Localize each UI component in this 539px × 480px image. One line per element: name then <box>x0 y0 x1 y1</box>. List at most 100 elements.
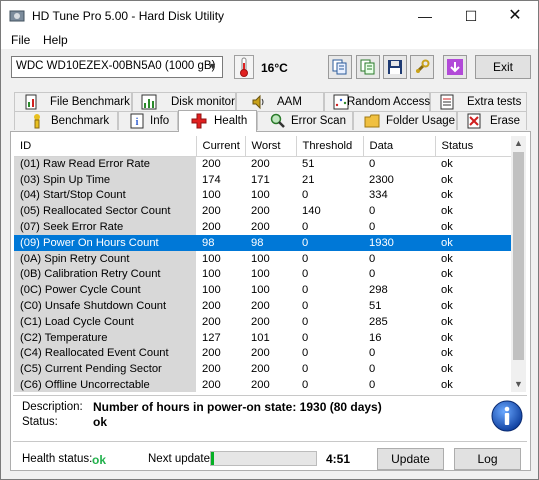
tab-extra-tests[interactable]: Extra tests <box>430 92 527 111</box>
cell-status: ok <box>441 300 453 313</box>
cell-threshold: 51 <box>302 158 315 171</box>
tab-random-access[interactable]: Random Access <box>324 92 430 111</box>
hdtune-app-icon <box>9 10 25 22</box>
app-window: HD Tune Pro 5.00 - Hard Disk Utility — ☐… <box>0 0 539 480</box>
column-header-status[interactable]: Status <box>435 136 511 157</box>
cell-id: (0A) Spin Retry Count <box>14 250 196 267</box>
health-status-label: Health status: <box>22 453 93 465</box>
scroll-down-icon[interactable]: ▼ <box>511 377 526 392</box>
description-value: Number of hours in power-on state: 1930 … <box>93 400 382 414</box>
tab-error-scan[interactable]: Error Scan <box>257 111 353 130</box>
cell-current: 200 <box>202 300 221 313</box>
column-header-worst[interactable]: Worst <box>245 136 297 157</box>
tab-erase-label: Erase <box>490 115 521 127</box>
table-row[interactable]: (03) Spin Up Time 174 171 21 2300 ok <box>14 171 511 188</box>
cell-id: (0C) Power Cycle Count <box>14 282 196 299</box>
cell-data: 16 <box>369 331 382 344</box>
cell-threshold: 0 <box>302 331 309 344</box>
scroll-up-icon[interactable]: ▲ <box>511 136 526 151</box>
column-header-data[interactable]: Data <box>363 136 436 157</box>
cell-id: (C5) Current Pending Sector <box>14 361 196 378</box>
minimize-button[interactable]: — <box>402 1 448 31</box>
smart-table[interactable]: ID Current Worst Threshold Data Status (… <box>14 136 511 392</box>
maximize-button[interactable]: ☐ <box>448 1 494 31</box>
table-row[interactable]: (C1) Load Cycle Count 200 200 0 285 ok <box>14 313 511 330</box>
table-row[interactable]: (05) Reallocated Sector Count 200 200 140 0 o… <box>14 203 511 220</box>
tab-aam[interactable]: AAM <box>236 92 324 111</box>
table-row[interactable]: (04) Start/Stop Count 100 100 0 334 ok <box>14 187 511 204</box>
tab-disk-monitor[interactable]: Disk monitor <box>132 92 236 111</box>
cell-data: 51 <box>369 300 382 313</box>
cell-current: 200 <box>202 221 221 234</box>
erase-icon <box>467 113 481 129</box>
column-header-current[interactable]: Current <box>196 136 246 157</box>
exit-button[interactable]: Exit <box>475 55 531 79</box>
tab-health[interactable]: Health <box>178 110 257 132</box>
cell-current: 200 <box>202 379 221 392</box>
tab-folder-usage[interactable]: Folder Usage <box>353 111 457 130</box>
log-button[interactable]: Log <box>454 448 521 470</box>
tab-erase[interactable]: Erase <box>457 111 527 130</box>
cell-id: (01) Raw Read Error Rate <box>14 156 196 172</box>
cell-status: ok <box>435 234 511 251</box>
cell-threshold: 0 <box>302 347 309 360</box>
cell-data: 2300 <box>369 173 394 186</box>
svg-text:i: i <box>136 117 139 128</box>
table-row[interactable]: (07) Seek Error Rate 200 200 0 0 ok <box>14 219 511 235</box>
table-row[interactable]: (C4) Reallocated Event Count 200 200 0 0 ok <box>14 345 511 362</box>
cell-data: 298 <box>369 284 388 297</box>
cell-current: 174 <box>202 173 221 186</box>
cell-status: ok <box>441 363 453 376</box>
thermometer-icon <box>234 55 254 79</box>
column-header-id[interactable]: ID <box>14 136 197 157</box>
download-button[interactable] <box>443 55 467 79</box>
options-button[interactable] <box>410 55 434 79</box>
cell-status: ok <box>441 268 453 281</box>
table-row[interactable]: (C6) Offline Uncorrectable 200 200 0 0 ok <box>14 377 511 392</box>
cell-status: ok <box>441 252 453 265</box>
tab-error-scan-label: Error Scan <box>291 115 346 127</box>
window-title: HD Tune Pro 5.00 - Hard Disk Utility <box>32 9 225 23</box>
copy-info-button[interactable] <box>328 55 352 79</box>
table-row[interactable]: (0B) Calibration Retry Count 100 100 0 0 ok <box>14 266 511 283</box>
table-row[interactable]: (C0) Unsafe Shutdown Count 200 200 0 51 ok <box>14 298 511 314</box>
tab-benchmark[interactable]: Benchmark <box>14 111 118 130</box>
tab-file-benchmark[interactable]: File Benchmark <box>14 92 132 111</box>
download-arrow-icon <box>447 59 463 75</box>
tab-info[interactable]: i Info <box>118 111 178 130</box>
table-row[interactable]: (C5) Current Pending Sector 200 200 0 0 ok <box>14 361 511 378</box>
column-header-threshold[interactable]: Threshold <box>296 136 364 157</box>
cell-worst: 200 <box>251 347 270 360</box>
table-row[interactable]: (0C) Power Cycle Count 100 100 0 298 ok <box>14 282 511 299</box>
cell-status: ok <box>441 315 453 328</box>
tab-info-label: Info <box>150 115 170 127</box>
divider-footer <box>13 441 527 442</box>
update-button[interactable]: Update <box>377 448 444 470</box>
copy-all-button[interactable] <box>356 55 380 79</box>
title-bar: HD Tune Pro 5.00 - Hard Disk Utility — ☐… <box>1 1 538 31</box>
save-button[interactable] <box>383 55 407 79</box>
table-row[interactable]: (09) Power On Hours Count 98 98 0 1930 ok <box>14 234 511 251</box>
tab-health-label: Health <box>214 115 248 127</box>
cell-data: 0 <box>369 158 376 171</box>
info-icon <box>491 400 523 432</box>
close-button[interactable]: ✕ <box>492 1 538 31</box>
table-row[interactable]: (01) Raw Read Error Rate 200 200 51 0 ok <box>14 156 511 172</box>
cell-current: 98 <box>196 234 245 251</box>
menu-file[interactable]: File <box>11 33 30 47</box>
cell-threshold: 0 <box>296 234 363 251</box>
info-tab-icon: i <box>130 113 144 129</box>
table-scrollbar[interactable]: ▲ ▼ <box>511 136 526 392</box>
cell-id: (0B) Calibration Retry Count <box>14 266 196 283</box>
menu-help[interactable]: Help <box>43 33 68 47</box>
cell-current: 100 <box>202 284 221 297</box>
cell-worst: 101 <box>251 331 270 344</box>
scrollbar-thumb[interactable] <box>513 152 524 360</box>
file-benchmark-icon <box>25 94 37 110</box>
table-row[interactable]: (0A) Spin Retry Count 100 100 0 0 ok <box>14 250 511 267</box>
cell-status: ok <box>441 379 453 392</box>
health-status-value: ok <box>92 453 107 467</box>
table-row[interactable]: (C2) Temperature 127 101 0 16 ok <box>14 329 511 346</box>
drive-select[interactable]: WDC WD10EZEX-00BN5A0 (1000 gB) ▼ <box>11 56 223 78</box>
next-update-label: Next update: <box>148 453 214 465</box>
